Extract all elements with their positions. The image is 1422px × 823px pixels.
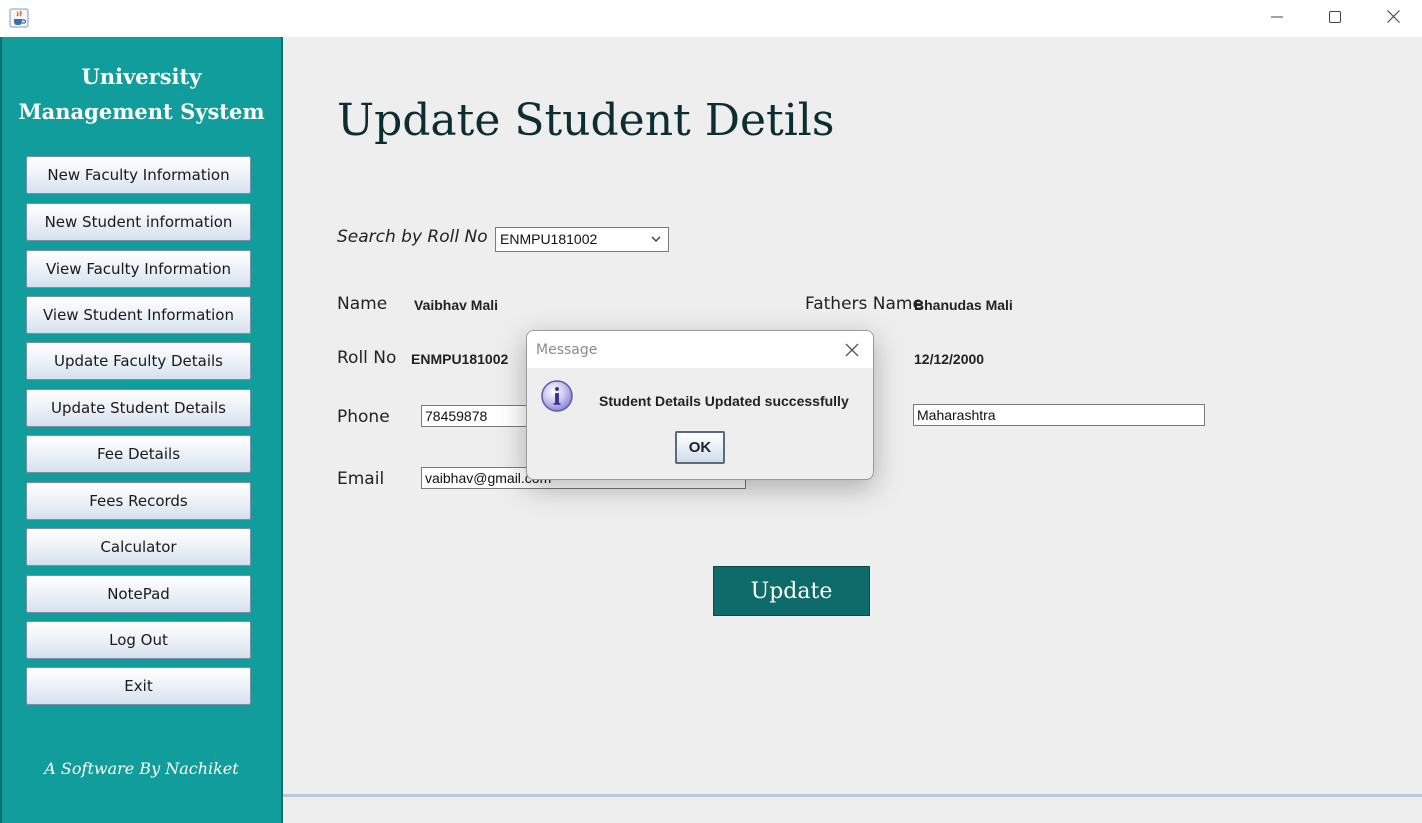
information-icon <box>540 379 574 413</box>
view-student-information-button[interactable]: View Student Information <box>26 296 251 334</box>
minimize-icon <box>1271 10 1283 28</box>
roll-no-label: Roll No <box>337 348 397 368</box>
roll-no-value: ENMPU181002 <box>411 351 509 367</box>
maximize-icon <box>1329 10 1341 28</box>
log-out-button[interactable]: Log Out <box>26 621 251 659</box>
new-faculty-information-button[interactable]: New Faculty Information <box>26 156 251 194</box>
address-input[interactable]: Maharashtra <box>913 404 1205 426</box>
update-student-details-button[interactable]: Update Student Details <box>26 389 251 427</box>
dialog-close-icon[interactable] <box>843 341 861 359</box>
dialog-title: Message <box>536 342 598 358</box>
java-cup-icon <box>9 8 29 28</box>
roll-number-select-value: ENMPU181002 <box>500 231 598 247</box>
update-button[interactable]: Update <box>713 566 870 616</box>
update-faculty-details-button[interactable]: Update Faculty Details <box>26 342 251 380</box>
close-icon <box>1386 9 1400 28</box>
window-close-button[interactable] <box>1364 0 1422 37</box>
exit-button[interactable]: Exit <box>26 667 251 705</box>
bottom-strip <box>283 797 1422 823</box>
chevron-down-icon <box>650 229 662 256</box>
phone-label: Phone <box>337 407 390 427</box>
new-student-information-button[interactable]: New Student information <box>26 203 251 241</box>
name-value: Vaibhav Mali <box>414 297 499 313</box>
email-label: Email <box>337 469 385 489</box>
name-label: Name <box>337 294 388 314</box>
window-titlebar <box>0 0 1422 37</box>
app-title-line1: University <box>81 64 202 89</box>
sidebar: University Management System New Faculty… <box>0 37 283 823</box>
notepad-button[interactable]: NotePad <box>26 575 251 613</box>
page-title: Update Student Detils <box>337 95 835 146</box>
fathers-name-value: Bhanudas Mali <box>914 297 1013 313</box>
maximize-button[interactable] <box>1306 0 1364 37</box>
minimize-button[interactable] <box>1248 0 1306 37</box>
dialog-message: Student Details Updated successfully <box>599 393 849 409</box>
fee-details-button[interactable]: Fee Details <box>26 435 251 473</box>
fathers-name-label: Fathers Name <box>805 294 923 314</box>
search-roll-label: Search by Roll No <box>337 227 488 247</box>
calculator-button[interactable]: Calculator <box>26 528 251 566</box>
application-window: University Management System New Faculty… <box>0 0 1422 823</box>
view-faculty-information-button[interactable]: View Faculty Information <box>26 250 251 288</box>
fees-records-button[interactable]: Fees Records <box>26 482 251 520</box>
app-title: University Management System <box>2 59 281 129</box>
ok-button[interactable]: OK <box>675 431 725 464</box>
app-title-line2: Management System <box>18 99 265 124</box>
dob-value: 12/12/2000 <box>914 351 985 367</box>
roll-number-select[interactable]: ENMPU181002 <box>495 227 669 252</box>
message-dialog: Message Student Details Updated successf… <box>526 330 874 480</box>
dialog-titlebar: Message <box>527 331 873 368</box>
credit-text: A Software By Nachiket <box>44 759 239 778</box>
